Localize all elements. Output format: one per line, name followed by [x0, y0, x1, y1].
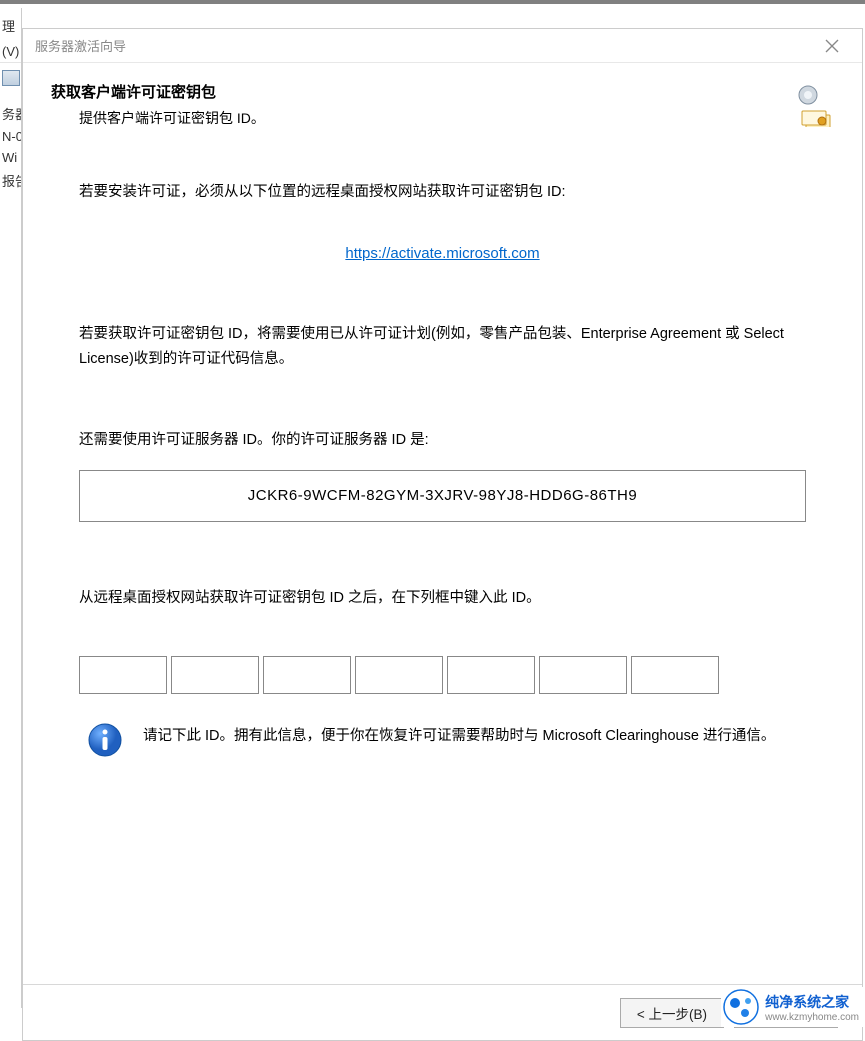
watermark-url: www.kzmyhome.com: [765, 1012, 859, 1023]
bg-side-item: Wi: [0, 147, 21, 168]
page-subtitle: 提供客户端许可证密钥包 ID。: [51, 108, 792, 128]
keypack-input-5[interactable]: [447, 656, 535, 694]
wizard-dialog: 服务器激活向导 获取客户端许可证密钥包 提供客户端许可证密钥包 ID。: [22, 28, 863, 1041]
watermark: 纯净系统之家 www.kzmyhome.com: [721, 987, 865, 1027]
bg-side-item: 务器: [0, 101, 21, 126]
keypack-input-6[interactable]: [539, 656, 627, 694]
back-button[interactable]: < 上一步(B): [620, 998, 724, 1028]
close-button[interactable]: [812, 32, 852, 60]
bg-toolbar-icon: [2, 70, 20, 86]
keypack-input-7[interactable]: [631, 656, 719, 694]
wizard-header: 获取客户端许可证密钥包 提供客户端许可证密钥包 ID。: [23, 63, 862, 140]
page-title: 获取客户端许可证密钥包: [51, 81, 792, 102]
bg-side-item: N-0: [0, 126, 21, 147]
keypack-input-2[interactable]: [171, 656, 259, 694]
window-title: 服务器激活向导: [35, 36, 126, 55]
instruction-install: 若要安装许可证，必须从以下位置的远程桌面授权网站获取许可证密钥包 ID:: [79, 180, 806, 205]
close-icon: [825, 39, 839, 53]
bg-title-fragment: 理: [0, 14, 21, 37]
keypack-id-inputs: [79, 656, 806, 694]
certificate-key-icon: [792, 81, 838, 127]
info-note: 请记下此 ID。拥有此信息，便于你在恢复许可证需要帮助时与 Microsoft …: [79, 722, 806, 758]
instruction-enter-id: 从远程桌面授权网站获取许可证密钥包 ID 之后，在下列框中键入此 ID。: [79, 586, 806, 611]
activate-link[interactable]: https://activate.microsoft.com: [345, 245, 539, 262]
info-icon: [87, 722, 123, 758]
watermark-logo-icon: [723, 989, 759, 1025]
keypack-input-1[interactable]: [79, 656, 167, 694]
bg-toolbar: [0, 63, 21, 93]
background-window: 理 (V) 务器 N-0 Wi 报告: [0, 8, 22, 1008]
bg-side-item: 报告: [0, 168, 21, 193]
wizard-content: 若要安装许可证，必须从以下位置的远程桌面授权网站获取许可证密钥包 ID: htt…: [23, 140, 862, 984]
keypack-input-3[interactable]: [263, 656, 351, 694]
instruction-serverid: 还需要使用许可证服务器 ID。你的许可证服务器 ID 是:: [79, 428, 806, 453]
bg-menu-fragment: (V): [0, 37, 21, 63]
watermark-name: 纯净系统之家: [765, 992, 859, 1012]
titlebar: 服务器激活向导: [23, 29, 862, 63]
instruction-keypack: 若要获取许可证密钥包 ID，将需要使用已从许可证计划(例如，零售产品包装、Ent…: [79, 322, 806, 371]
server-id-display: JCKR6-9WCFM-82GYM-3XJRV-98YJ8-HDD6G-86TH…: [79, 470, 806, 522]
keypack-input-4[interactable]: [355, 656, 443, 694]
info-text: 请记下此 ID。拥有此信息，便于你在恢复许可证需要帮助时与 Microsoft …: [143, 722, 775, 749]
